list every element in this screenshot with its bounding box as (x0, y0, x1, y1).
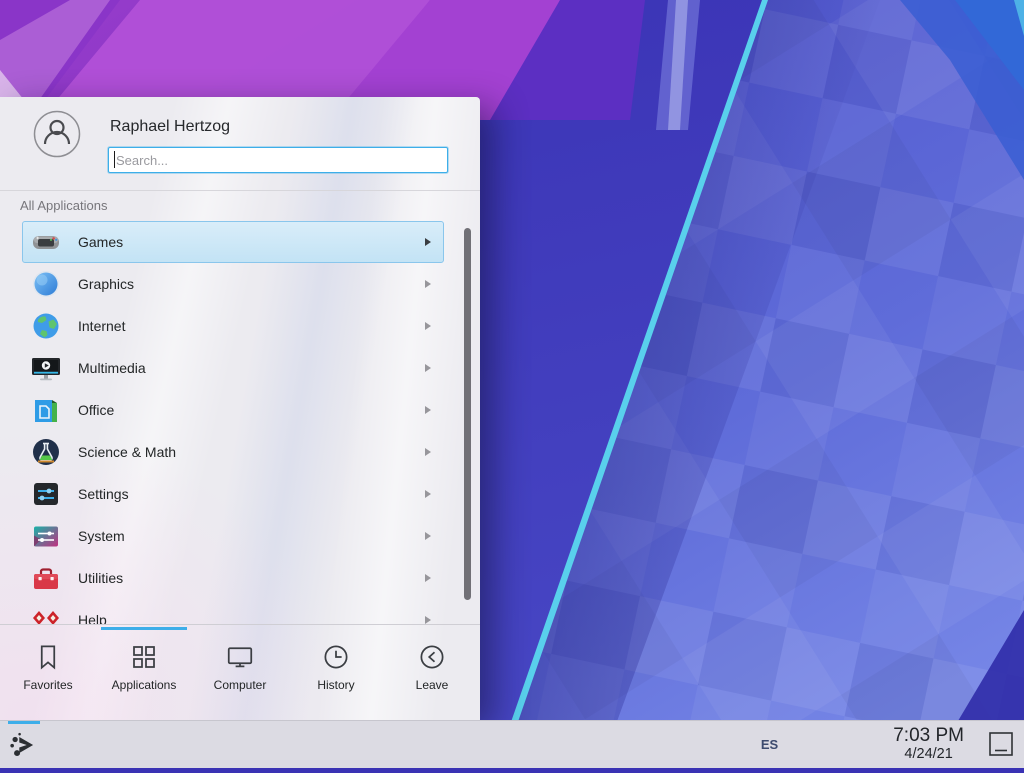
category-label: Multimedia (78, 360, 146, 376)
header-separator (0, 190, 480, 191)
category-row[interactable]: Graphics (22, 263, 444, 305)
pinned-app-list (54, 728, 238, 762)
submenu-arrow-icon (425, 364, 431, 372)
category-icon (30, 310, 62, 342)
digital-clock[interactable]: 7:03 PM 4/24/21 (893, 726, 964, 762)
clock-date: 4/24/21 (893, 747, 964, 763)
category-label: System (78, 528, 125, 544)
system-tray: ES 7:03 PM 4/24/21 (761, 726, 1016, 762)
menu-tab-label: Computer (214, 678, 267, 692)
category-row[interactable]: Utilities (22, 557, 444, 599)
pinned-app-button[interactable] (146, 728, 180, 762)
category-list: Games Graphics Internet Multimedia Offic… (0, 221, 460, 624)
submenu-arrow-icon (425, 322, 431, 330)
submenu-arrow-icon (425, 448, 431, 456)
app-launcher-button[interactable] (6, 728, 40, 762)
category-label: Settings (78, 486, 129, 502)
category-icon (30, 352, 62, 384)
tray-icon[interactable] (857, 734, 877, 754)
category-icon (30, 226, 62, 258)
menu-tab[interactable]: Leave (384, 625, 480, 720)
submenu-arrow-icon (425, 238, 431, 246)
user-avatar-icon[interactable] (33, 110, 81, 158)
submenu-arrow-icon (425, 532, 431, 540)
tray-icon[interactable] (824, 734, 844, 754)
category-label: Science & Math (78, 444, 176, 460)
category-label: Office (78, 402, 114, 418)
menu-tab-icon (129, 642, 159, 672)
text-caret (114, 151, 115, 168)
application-launcher-menu: Raphael Hertzog All Applications Games G… (0, 97, 480, 720)
category-icon (30, 520, 62, 552)
submenu-arrow-icon (425, 616, 431, 624)
pinned-app-button[interactable] (54, 728, 88, 762)
show-desktop-button[interactable] (986, 729, 1016, 759)
menu-tab[interactable]: History (288, 625, 384, 720)
submenu-arrow-icon (425, 490, 431, 498)
user-name: Raphael Hertzog (110, 118, 230, 136)
menu-tab[interactable]: Favorites (0, 625, 96, 720)
category-icon (30, 478, 62, 510)
tray-icon[interactable] (791, 734, 811, 754)
menu-tab-label: Leave (416, 678, 449, 692)
category-icon (30, 268, 62, 300)
menu-tab-bar: Favorites Applications Computer History … (0, 624, 480, 720)
category-row[interactable]: System (22, 515, 444, 557)
category-label: Internet (78, 318, 125, 334)
section-label: All Applications (20, 198, 107, 213)
menu-tab-label: Favorites (23, 678, 72, 692)
category-icon (30, 604, 62, 624)
category-label: Utilities (78, 570, 123, 586)
category-row[interactable]: Games (22, 221, 444, 263)
category-row[interactable]: Office (22, 389, 444, 431)
pinned-app-button[interactable] (192, 728, 226, 762)
category-row[interactable]: Internet (22, 305, 444, 347)
category-label: Graphics (78, 276, 134, 292)
submenu-arrow-icon (425, 406, 431, 414)
category-row[interactable]: Multimedia (22, 347, 444, 389)
menu-tab[interactable]: Applications (96, 625, 192, 720)
category-label: Games (78, 234, 123, 250)
clock-time: 7:03 PM (893, 726, 964, 747)
menu-tab-icon (321, 642, 351, 672)
category-row[interactable]: Science & Math (22, 431, 444, 473)
category-icon (30, 394, 62, 426)
submenu-arrow-icon (425, 280, 431, 288)
category-icon (30, 436, 62, 468)
search-input[interactable] (108, 147, 448, 173)
menu-tab-icon (417, 642, 447, 672)
menu-tab[interactable]: Computer (192, 625, 288, 720)
list-scrollbar[interactable] (464, 228, 471, 600)
tray-icon-list (791, 734, 877, 754)
menu-tab-label: Applications (112, 678, 177, 692)
pinned-app-button[interactable] (100, 728, 134, 762)
submenu-arrow-icon (425, 574, 431, 582)
category-row[interactable]: Help (22, 599, 444, 624)
taskbar-panel: ES 7:03 PM 4/24/21 (0, 720, 1024, 768)
category-label: Help (78, 612, 107, 624)
menu-tab-label: History (317, 678, 354, 692)
menu-tab-icon (225, 642, 255, 672)
category-row[interactable]: Settings (22, 473, 444, 515)
active-task-indicator (8, 721, 40, 724)
keyboard-layout-indicator[interactable]: ES (761, 737, 778, 752)
menu-tab-icon (33, 642, 63, 672)
category-icon (30, 562, 62, 594)
